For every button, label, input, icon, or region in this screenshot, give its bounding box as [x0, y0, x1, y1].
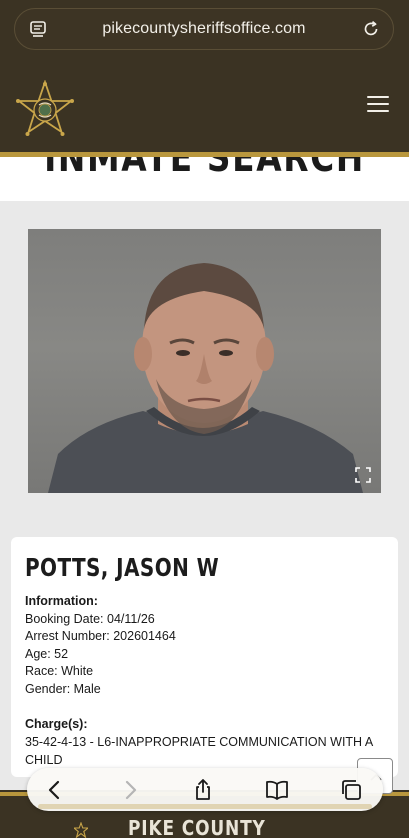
browser-top-bar: pikecountysheriffsoffice.com: [0, 0, 409, 66]
menu-hamburger-icon[interactable]: [367, 96, 389, 114]
booking-date: Booking Date: 04/11/26: [25, 611, 155, 626]
bookmarks-icon[interactable]: [265, 778, 289, 802]
site-header: [0, 66, 409, 154]
footer-star-icon: [74, 822, 88, 838]
forward-icon[interactable]: [118, 778, 142, 802]
sheriff-star-badge-logo[interactable]: [15, 80, 75, 140]
tabs-icon[interactable]: [339, 778, 363, 802]
page-title-band: INMATE SEARCH: [0, 157, 409, 201]
url-text[interactable]: pikecountysheriffsoffice.com: [15, 20, 393, 38]
race: Race: White: [25, 664, 94, 679]
inmate-information: Information: Booking Date: 04/11/26 Arre…: [25, 593, 176, 699]
gender: Gender: Male: [25, 681, 101, 696]
inmate-name: POTTS, JASON W: [25, 553, 220, 582]
fullscreen-expand-icon[interactable]: [355, 467, 371, 483]
charges-section: Charge(s): 35-42-4-13 - L6-INAPPROPRIATE…: [25, 715, 398, 769]
mugshot-image: [48, 263, 363, 493]
address-bar[interactable]: pikecountysheriffsoffice.com: [14, 8, 394, 50]
page-title: INMATE SEARCH: [44, 157, 365, 181]
inmate-info-card: POTTS, JASON W Information: Booking Date…: [11, 537, 398, 777]
reload-icon[interactable]: [361, 19, 381, 39]
age: Age: 52: [25, 646, 69, 661]
back-icon[interactable]: [43, 778, 67, 802]
toolbar-gold-glow: [38, 804, 372, 809]
footer-county-name: PIKE COUNTY: [128, 816, 266, 838]
arrest-number: Arrest Number: 202601464: [25, 629, 176, 644]
information-label: Information:: [25, 594, 98, 608]
share-icon[interactable]: [191, 778, 215, 802]
inmate-photo[interactable]: [28, 229, 381, 493]
charges-label: Charge(s):: [25, 717, 88, 731]
charge-item: 35-42-4-13 - L6-INAPPROPRIATE COMMUNICAT…: [25, 735, 373, 767]
